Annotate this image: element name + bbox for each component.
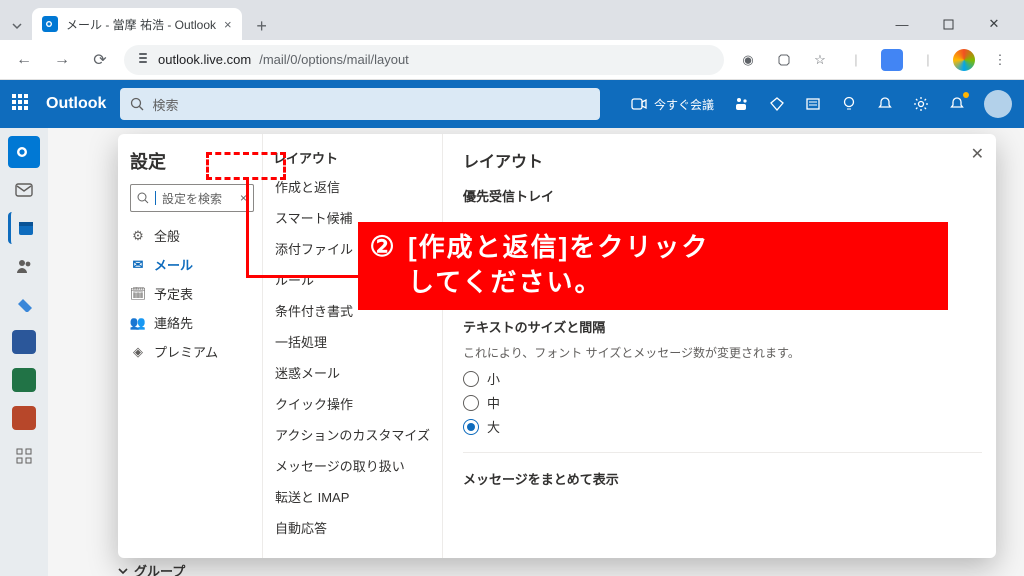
meet-now-button[interactable]: 今すぐ会議 — [630, 95, 714, 113]
settings-subnav: レイアウト 作成と返信 スマート候補 添付ファイル ルール 条件付き書式 一括処… — [263, 134, 443, 558]
text-size-heading: テキストのサイズと間隔 — [463, 317, 982, 336]
separator: | — [914, 52, 942, 67]
search-icon — [137, 192, 149, 204]
reload-button[interactable]: ⟳ — [86, 50, 114, 70]
browser-tab[interactable]: メール - 當摩 祐浩 - Outlook × — [32, 8, 242, 40]
subnav-message-handling[interactable]: メッセージの取り扱い — [273, 450, 432, 481]
folder-group-label[interactable]: グループ — [118, 561, 185, 576]
outlook-header: Outlook 検索 今すぐ会議 — [0, 80, 1024, 128]
rail-files-icon[interactable] — [8, 288, 40, 320]
grouped-messages-heading: メッセージをまとめて表示 — [463, 469, 982, 488]
settings-cat-people[interactable]: 👥連絡先 — [130, 313, 254, 332]
minimize-button[interactable]: — — [880, 8, 924, 40]
annotation-text: [作成と返信]をクリック してください。 — [404, 224, 723, 308]
text-size-help: これにより、フォント サイズとメッセージ数が変更されます。 — [463, 344, 982, 361]
back-button[interactable]: ← — [10, 51, 38, 69]
subnav-sweep[interactable]: 一括処理 — [273, 326, 432, 357]
camera-icon — [630, 95, 648, 113]
chevron-down-icon — [118, 566, 128, 576]
rail-more-apps-icon[interactable] — [8, 440, 40, 472]
focused-inbox-heading: 優先受信トレイ — [463, 186, 982, 205]
notifications-badge-icon[interactable] — [948, 95, 966, 113]
diamond-icon[interactable] — [768, 95, 786, 113]
browser-tabbar: メール - 當摩 祐浩 - Outlook × + — ✕ — [0, 0, 1024, 40]
text-size-large[interactable]: 大 — [463, 417, 982, 436]
settings-dialog: 設定 設定を検索 × ⚙全般 ✉メール 🗓予定表 👥連絡先 ◈プレミアム — [118, 134, 996, 558]
search-placeholder: 検索 — [152, 95, 178, 114]
rail-powerpoint-icon[interactable] — [8, 402, 40, 434]
settings-cat-general[interactable]: ⚙全般 — [130, 226, 254, 245]
gear-icon: ⚙ — [130, 228, 146, 244]
rail-mail-icon[interactable] — [8, 174, 40, 206]
subnav-autoreply[interactable]: 自動応答 — [273, 512, 432, 543]
url-host: outlook.live.com — [158, 52, 251, 67]
news-icon[interactable] — [804, 95, 822, 113]
subnav-quick-steps[interactable]: クイック操作 — [273, 388, 432, 419]
teams-icon[interactable] — [732, 95, 750, 113]
chrome-menu-icon[interactable]: ⋮ — [986, 52, 1014, 68]
rail-outlook-icon[interactable] — [8, 136, 40, 168]
rail-excel-icon[interactable] — [8, 364, 40, 396]
settings-gear-icon[interactable] — [912, 95, 930, 113]
settings-cat-calendar[interactable]: 🗓予定表 — [130, 284, 254, 303]
subnav-customize-actions[interactable]: アクションのカスタマイズ — [273, 419, 432, 450]
annotation-connector-vertical — [246, 180, 249, 278]
close-settings-button[interactable]: ✕ — [971, 144, 984, 164]
annotation-callout: ② [作成と返信]をクリック してください。 — [358, 222, 948, 310]
close-window-button[interactable]: ✕ — [972, 8, 1016, 40]
close-tab-icon[interactable]: × — [224, 17, 232, 32]
forward-button[interactable]: → — [48, 51, 76, 69]
url-field[interactable]: outlook.live.com/mail/0/options/mail/lay… — [124, 45, 724, 75]
outlook-favicon — [42, 16, 58, 32]
gemini-icon[interactable] — [878, 49, 906, 71]
settings-cat-mail[interactable]: ✉メール — [130, 255, 254, 274]
app-launcher-icon[interactable] — [12, 94, 32, 114]
subnav-section-layout[interactable]: レイアウト — [273, 148, 432, 167]
separator: | — [842, 52, 870, 67]
rail-word-icon[interactable] — [8, 326, 40, 358]
settings-search[interactable]: 設定を検索 × — [130, 184, 254, 212]
address-bar: ← → ⟳ outlook.live.com/mail/0/options/ma… — [0, 40, 1024, 80]
url-path: /mail/0/options/mail/layout — [259, 52, 409, 67]
calendar-icon: 🗓 — [130, 286, 146, 302]
tab-title: メール - 當摩 祐浩 - Outlook — [66, 16, 216, 33]
subnav-compose-reply[interactable]: 作成と返信 — [273, 171, 432, 202]
settings-search-placeholder: 設定を検索 — [162, 190, 222, 207]
diamond-icon: ◈ — [130, 344, 146, 360]
left-app-rail — [0, 128, 48, 576]
annotation-connector-horizontal — [246, 275, 358, 278]
text-cursor — [155, 191, 156, 205]
copilot-icon[interactable] — [950, 49, 978, 71]
bell-icon[interactable] — [876, 95, 894, 113]
panel-title: レイアウト — [463, 148, 982, 172]
subnav-forward-imap[interactable]: 転送と IMAP — [273, 481, 432, 512]
outlook-brand: Outlook — [46, 95, 106, 113]
settings-detail-panel: ✕ レイアウト 優先受信トレイ テキストのサイズと間隔 これにより、フォント サ… — [443, 134, 996, 558]
annotation-step-number: ② — [360, 224, 404, 268]
settings-cat-premium[interactable]: ◈プレミアム — [130, 342, 254, 361]
account-avatar[interactable] — [984, 90, 1012, 118]
bookmark-icon[interactable]: ☆ — [806, 52, 834, 68]
extensions-icon[interactable] — [770, 53, 798, 67]
new-tab-button[interactable]: + — [248, 12, 276, 40]
search-icon — [130, 97, 144, 111]
rail-calendar-icon[interactable] — [8, 212, 40, 244]
window-controls: — ✕ — [880, 8, 1016, 40]
eye-icon[interactable]: ◉ — [734, 52, 762, 68]
subnav-junk[interactable]: 迷惑メール — [273, 357, 432, 388]
site-info-icon[interactable] — [136, 51, 150, 68]
maximize-button[interactable] — [926, 8, 970, 40]
people-icon: 👥 — [130, 315, 146, 331]
text-size-small[interactable]: 小 — [463, 369, 982, 388]
text-size-medium[interactable]: 中 — [463, 393, 982, 412]
mail-icon: ✉ — [130, 257, 146, 273]
outlook-search[interactable]: 検索 — [120, 88, 600, 120]
rail-people-icon[interactable] — [8, 250, 40, 282]
annotation-highlight-box — [206, 152, 286, 180]
tab-dropdown-icon[interactable] — [8, 12, 26, 40]
lightbulb-icon[interactable] — [840, 95, 858, 113]
